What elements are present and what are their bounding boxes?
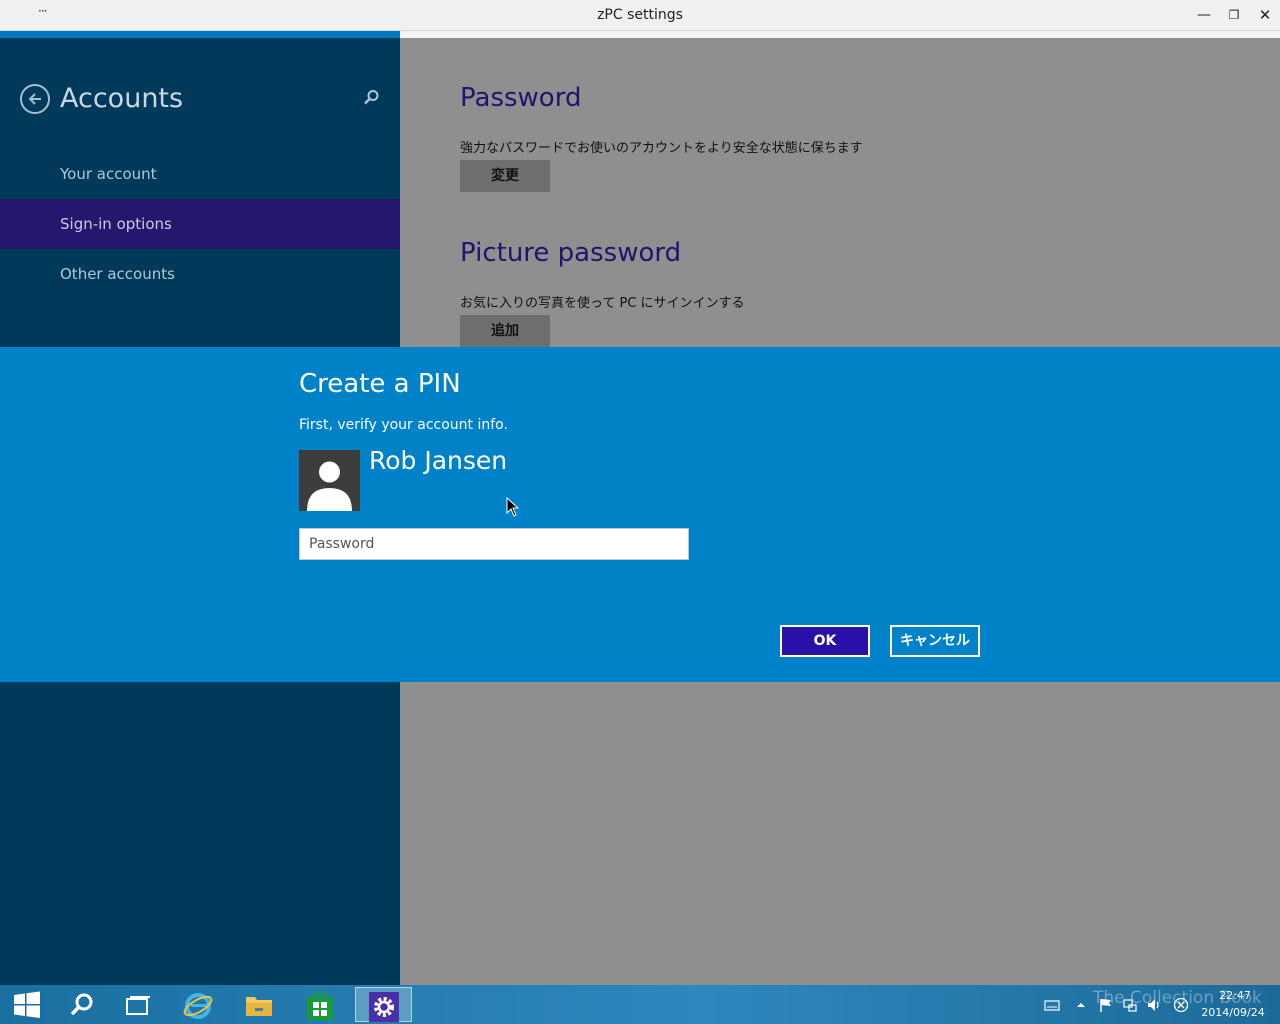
task-view-icon: [126, 996, 150, 1015]
search-taskbar-button[interactable]: [55, 987, 109, 1022]
sidebar-accent-strip: [0, 31, 400, 38]
picture-password-section-description: お気に入りの写真を使って PC にサインインする: [460, 296, 745, 311]
internet-explorer-icon: [183, 993, 213, 1019]
user-silhouette-icon: [307, 461, 352, 511]
search-icon: [70, 993, 93, 1016]
start-icon: [14, 991, 40, 1018]
title-bar: ··· zPC settings — ❐ ✕: [0, 0, 1280, 31]
mouse-cursor-icon: [506, 497, 520, 517]
avatar: [299, 450, 360, 511]
file-explorer-button[interactable]: [231, 987, 285, 1022]
settings-icon: [369, 992, 399, 1022]
chevron-up-icon[interactable]: [1073, 997, 1089, 1013]
change-password-button[interactable]: 変更: [460, 160, 550, 192]
search-icon[interactable]: [362, 89, 380, 107]
close-button[interactable]: ✕: [1253, 4, 1277, 26]
taskbar: The Collection Book 22:47 2014/09/24: [0, 985, 1280, 1024]
store-icon: [307, 991, 333, 1020]
store-button[interactable]: [293, 987, 347, 1022]
back-button[interactable]: [20, 84, 50, 114]
clock-time[interactable]: 22:47: [1210, 989, 1260, 1002]
password-section-title: Password: [460, 83, 582, 113]
main-top-strip: [400, 31, 1280, 38]
minimize-button[interactable]: —: [1192, 4, 1216, 26]
restore-button[interactable]: ❐: [1222, 4, 1246, 26]
settings-button[interactable]: [355, 987, 412, 1022]
dialog-title: Create a PIN: [299, 369, 461, 399]
network-icon[interactable]: [1122, 997, 1138, 1013]
back-arrow-icon: [28, 93, 41, 105]
password-section-description: 強力なパスワードでお使いのアカウントをより安全な状態に保ちます: [460, 141, 863, 156]
sidebar-item-other-accounts[interactable]: Other accounts: [0, 249, 400, 299]
cancel-button[interactable]: キャンセル: [890, 625, 980, 657]
picture-password-section-title: Picture password: [460, 238, 682, 268]
password-input[interactable]: [299, 528, 689, 560]
keyboard-icon[interactable]: [1044, 997, 1060, 1013]
flag-icon[interactable]: [1098, 997, 1114, 1013]
sidebar-item-sign-in-options[interactable]: Sign-in options: [0, 199, 400, 249]
ok-button[interactable]: OK: [780, 625, 870, 657]
volume-icon[interactable]: [1146, 997, 1162, 1013]
window-title: zPC settings: [597, 7, 683, 23]
start-button[interactable]: [0, 987, 54, 1022]
internet-explorer-button[interactable]: [170, 987, 224, 1022]
create-pin-dialog: Create a PIN First, verify your account …: [0, 347, 1280, 682]
add-picture-password-button[interactable]: 追加: [460, 315, 550, 347]
sidebar-title: Accounts: [60, 83, 184, 114]
sidebar-item-your-account[interactable]: Your account: [0, 149, 400, 199]
file-explorer-icon: [246, 997, 272, 1016]
dialog-subtitle: First, verify your account info.: [299, 417, 508, 433]
task-view-button[interactable]: [110, 987, 164, 1022]
close-circle-icon[interactable]: [1173, 997, 1189, 1013]
clock-date[interactable]: 2014/09/24: [1198, 1006, 1268, 1019]
user-name: Rob Jansen: [369, 446, 508, 475]
